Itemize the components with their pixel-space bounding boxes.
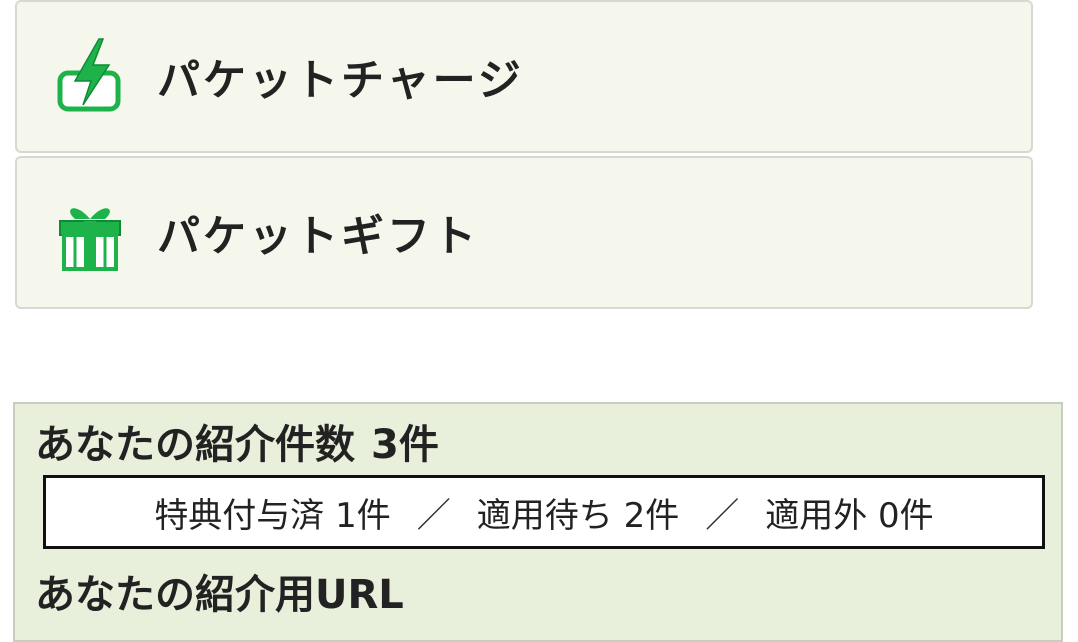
excluded-label: 適用外: [765, 495, 868, 536]
pending-count: 2件: [623, 495, 680, 536]
granted-count: 1件: [335, 495, 391, 536]
referral-count-label: あなたの紹介件数: [35, 422, 355, 468]
packet-gift-button[interactable]: パケットギフト: [15, 156, 1033, 309]
referral-count-value: 3件: [371, 422, 439, 468]
pending-label: 適用待ち: [476, 495, 613, 536]
referral-panel: あなたの紹介件数 3件 特典付与済 1件 ／ 適用待ち 2件 ／ 適用外 0件 あ…: [13, 402, 1063, 642]
charge-battery-icon: [57, 37, 121, 111]
packet-charge-label: パケットチャージ: [157, 55, 524, 106]
gift-box-icon: [59, 207, 121, 271]
referral-status-box: 特典付与済 1件 ／ 適用待ち 2件 ／ 適用外 0件: [43, 475, 1045, 549]
status-separator: ／: [416, 495, 451, 536]
excluded-count: 0件: [878, 495, 934, 536]
granted-label: 特典付与済: [154, 495, 325, 536]
referral-url-title: あなたの紹介用URL: [35, 572, 404, 618]
referral-count-title: あなたの紹介件数 3件: [35, 412, 439, 470]
packet-charge-button[interactable]: パケットチャージ: [15, 0, 1033, 153]
status-separator: ／: [705, 495, 740, 536]
packet-gift-label: パケットギフト: [157, 211, 479, 262]
